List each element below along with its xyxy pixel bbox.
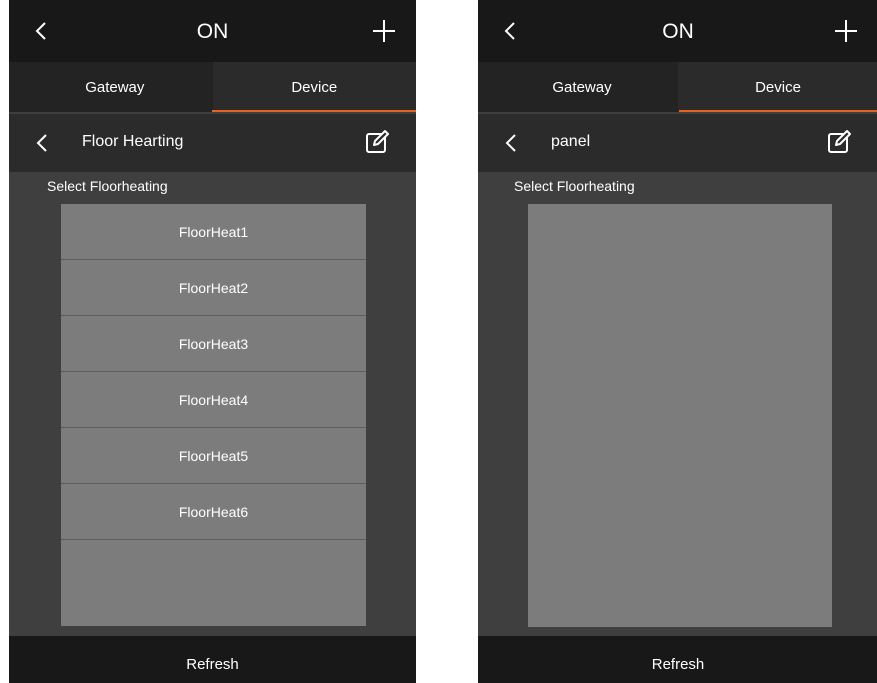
plus-icon[interactable] (370, 17, 398, 45)
device-name: Floor Hearting (82, 133, 184, 150)
floorheat-list-empty (528, 204, 832, 627)
sub-header: panel (478, 114, 877, 172)
list-item-floorheat5[interactable]: FloorHeat5 (61, 428, 366, 484)
edit-icon[interactable] (826, 129, 852, 155)
floorheat-list: FloorHeat1 FloorHeat2 FloorHeat3 FloorHe… (61, 204, 366, 626)
tab-device[interactable]: Device (212, 62, 416, 112)
list-item-floorheat4[interactable]: FloorHeat4 (61, 372, 366, 428)
section-label: Select Floorheating (47, 178, 168, 194)
plus-icon[interactable] (832, 17, 860, 45)
phone-screen-2: ON Gateway Device panel Select Floorheat… (478, 0, 877, 683)
phone-screen-1: ON Gateway Device Floor Hearting Select … (9, 0, 416, 683)
refresh-button[interactable]: Refresh (9, 636, 416, 683)
device-name: panel (551, 133, 591, 150)
app-title: ON (662, 20, 694, 43)
top-app-bar: ON (478, 0, 877, 62)
tab-gateway[interactable]: Gateway (478, 62, 686, 112)
sub-header: Floor Hearting (9, 114, 416, 172)
active-tab-indicator (679, 110, 877, 112)
tab-gateway[interactable]: Gateway (9, 62, 221, 112)
chevron-left-icon[interactable] (500, 130, 522, 156)
list-item-floorheat1[interactable]: FloorHeat1 (61, 204, 366, 260)
list-item-floorheat2[interactable]: FloorHeat2 (61, 260, 366, 316)
app-title: ON (196, 20, 229, 43)
refresh-button[interactable]: Refresh (478, 636, 877, 683)
tab-device[interactable]: Device (678, 62, 877, 112)
tab-bar: Gateway Device (9, 62, 416, 112)
list-item-floorheat6[interactable]: FloorHeat6 (61, 484, 366, 540)
section-label: Select Floorheating (514, 178, 635, 194)
top-app-bar: ON (9, 0, 416, 62)
chevron-left-icon[interactable] (31, 130, 53, 156)
active-tab-indicator (212, 110, 416, 112)
tab-bar: Gateway Device (478, 62, 877, 112)
list-item-floorheat3[interactable]: FloorHeat3 (61, 316, 366, 372)
edit-icon[interactable] (364, 129, 390, 155)
